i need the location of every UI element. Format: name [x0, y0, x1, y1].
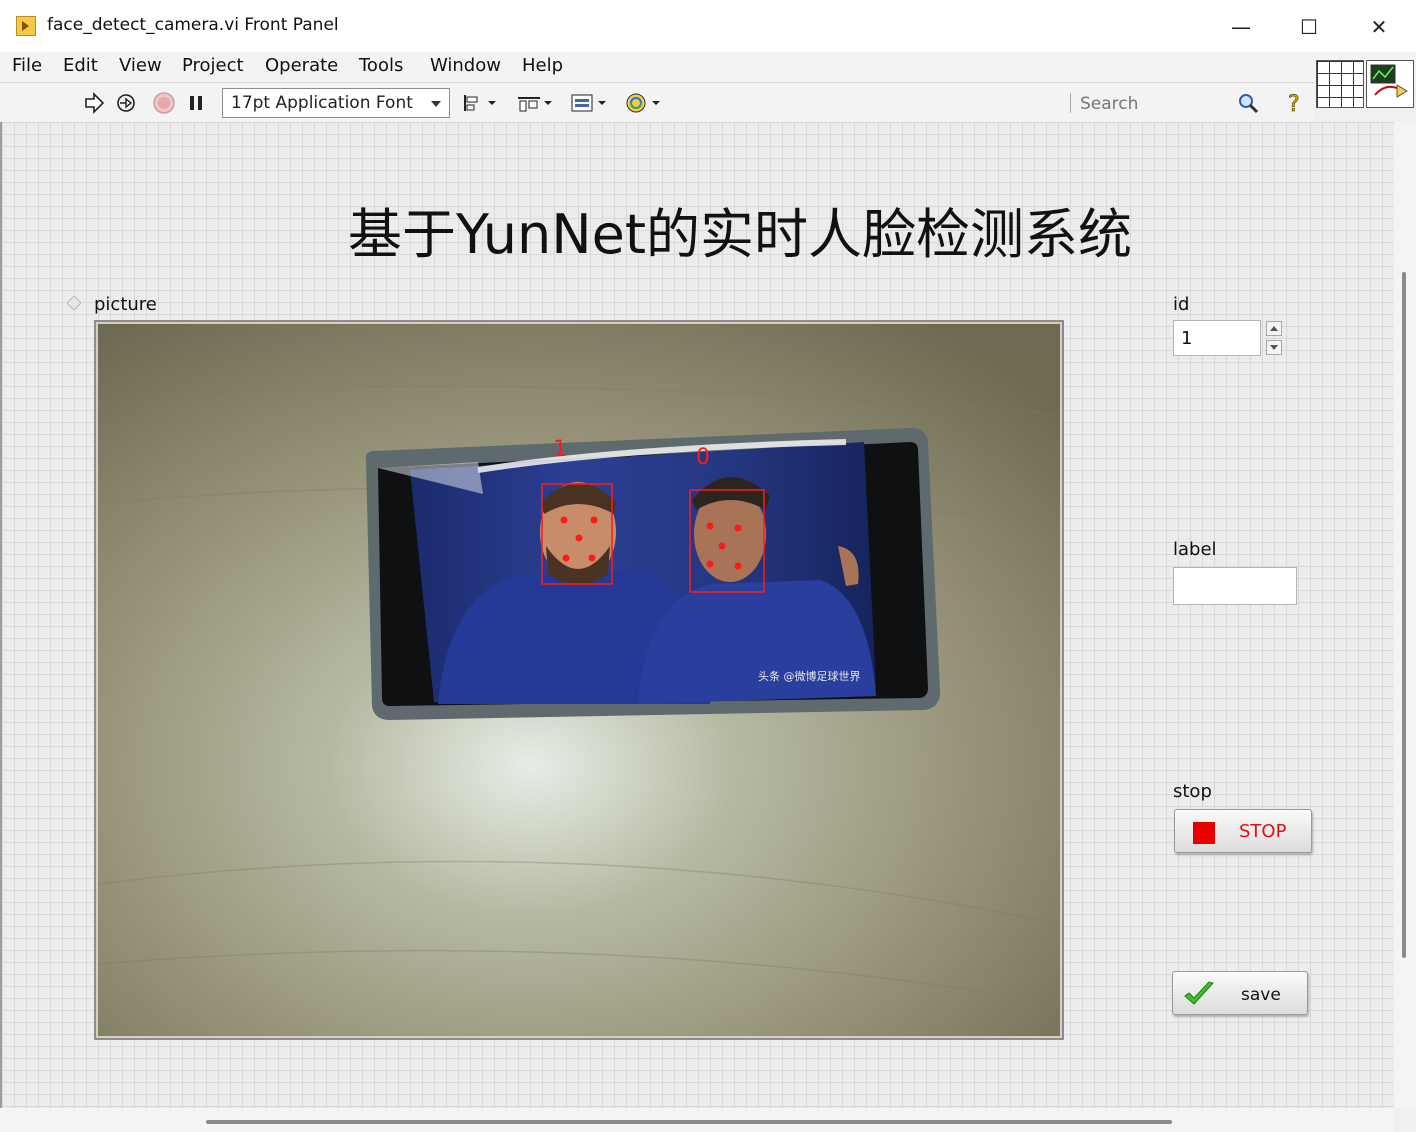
- menu-file[interactable]: File: [12, 55, 42, 76]
- camera-frame-image: 1 0 头条 @微博足球世界: [98, 324, 1060, 1036]
- close-button[interactable]: ✕: [1356, 10, 1402, 44]
- face-id-1: 1: [553, 437, 567, 462]
- maximize-button[interactable]: ☐: [1286, 10, 1332, 44]
- menu-view[interactable]: View: [119, 55, 162, 76]
- font-selector[interactable]: 17pt Application Font: [222, 88, 450, 118]
- menu-edit[interactable]: Edit: [63, 55, 98, 76]
- search-divider: [1070, 93, 1071, 113]
- label-string-control[interactable]: [1173, 567, 1297, 605]
- menu-project[interactable]: Project: [182, 55, 244, 76]
- stop-button-text: STOP: [1239, 821, 1287, 842]
- chevron-down-icon: [431, 101, 441, 107]
- svg-text:?: ?: [1288, 92, 1300, 115]
- search-icon[interactable]: [1236, 91, 1260, 115]
- abort-icon[interactable]: [152, 91, 176, 115]
- id-numeric-control[interactable]: 1: [1173, 320, 1261, 356]
- minimize-button[interactable]: —: [1218, 10, 1264, 44]
- picture-indicator: 1 0 头条 @微博足球世界: [94, 320, 1064, 1040]
- menu-operate[interactable]: Operate: [265, 55, 338, 76]
- font-selector-value: 17pt Application Font: [231, 93, 413, 113]
- stop-button[interactable]: STOP: [1174, 809, 1312, 853]
- search-input[interactable]: [1078, 91, 1232, 117]
- distribute-objects-icon[interactable]: [516, 91, 554, 115]
- stop-square-icon: [1193, 822, 1215, 844]
- title-bar: face_detect_camera.vi Front Panel — ☐ ✕: [0, 0, 1416, 52]
- decrement-arrow-icon[interactable]: [1266, 340, 1282, 355]
- context-help-icon[interactable]: ?: [1282, 91, 1306, 118]
- save-button-text: save: [1241, 985, 1281, 1005]
- labview-vi-icon: [16, 16, 36, 36]
- run-arrow-icon[interactable]: [82, 91, 106, 115]
- pause-icon[interactable]: [184, 91, 208, 115]
- reorder-icon[interactable]: [624, 91, 664, 115]
- increment-arrow-icon[interactable]: [1266, 321, 1282, 336]
- page-title: 基于YunNet的实时人脸检测系统: [347, 203, 1133, 266]
- menu-help[interactable]: Help: [522, 55, 563, 76]
- video-watermark: 头条 @微博足球世界: [758, 669, 861, 683]
- resize-objects-icon[interactable]: [570, 91, 608, 115]
- menu-bar: File Edit View Project Operate Tools Win…: [0, 52, 1416, 82]
- label-label: label: [1173, 539, 1217, 560]
- stop-label: stop: [1173, 781, 1212, 802]
- vertical-scrollbar[interactable]: [1394, 122, 1416, 1108]
- menu-tools[interactable]: Tools: [359, 55, 403, 76]
- connector-pane-icon[interactable]: [1316, 60, 1364, 108]
- horizontal-scrollbar[interactable]: [0, 1108, 1394, 1132]
- face-id-0: 0: [696, 445, 710, 470]
- horizontal-scroll-thumb[interactable]: [206, 1120, 1172, 1124]
- align-objects-icon[interactable]: [462, 91, 500, 115]
- id-label: id: [1173, 294, 1190, 315]
- picture-label: picture: [94, 294, 157, 315]
- window-title: face_detect_camera.vi Front Panel: [47, 15, 339, 35]
- toolbar: 17pt Application Font ?: [0, 82, 1314, 123]
- checkmark-icon: [1184, 981, 1214, 1005]
- run-continuously-icon[interactable]: [114, 91, 138, 115]
- menu-window[interactable]: Window: [430, 55, 501, 76]
- vi-icon[interactable]: [1366, 60, 1414, 108]
- vertical-scroll-thumb[interactable]: [1402, 272, 1406, 958]
- terminal-marker-icon: [67, 296, 81, 310]
- phone: 1 0 头条 @微博足球世界: [365, 427, 941, 720]
- save-button[interactable]: save: [1172, 971, 1308, 1015]
